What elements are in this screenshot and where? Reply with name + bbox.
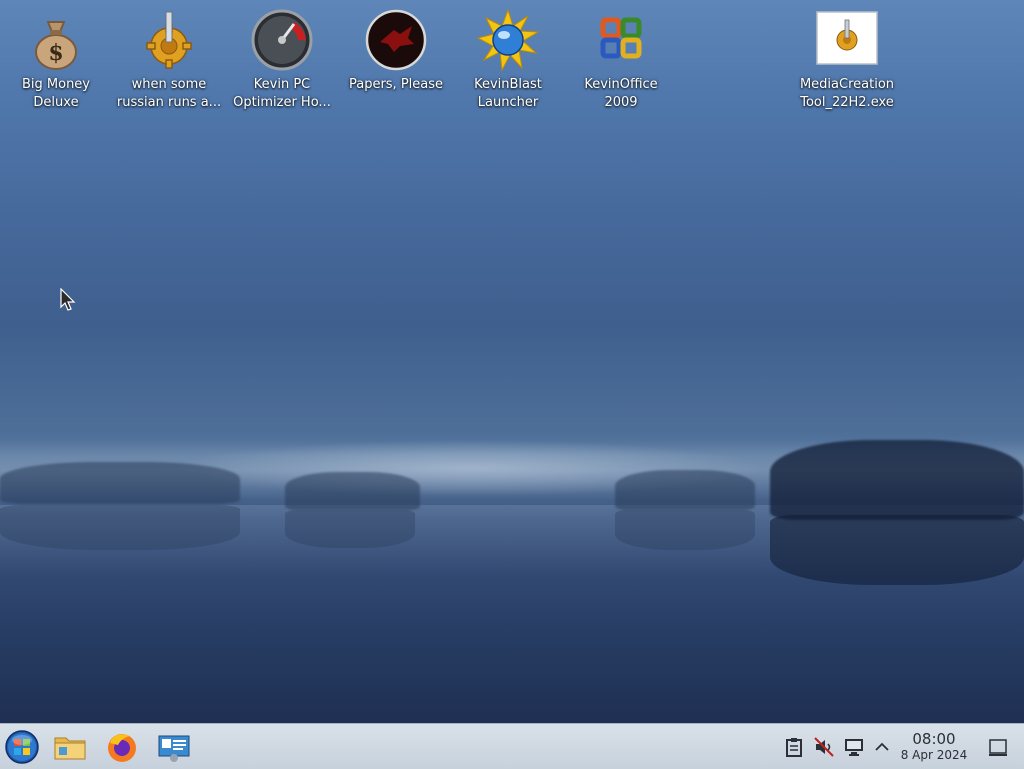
taskbar: 08:00 8 Apr 2024 [0,723,1024,769]
clock-time: 08:00 [912,730,956,748]
reflection-right [770,515,1024,585]
file-manager-icon [54,737,86,760]
reflection-left [0,505,240,550]
clipboard-icon [786,738,802,757]
taskbar-system-settings-button[interactable] [156,729,192,765]
treeline-center-right [615,470,755,510]
treeline-center-left [285,472,420,510]
money-bag-icon: $ [35,21,77,70]
papers-please-emblem-icon [365,9,427,71]
desktop-icon-kevinblast-launcher[interactable]: KevinBlast Launcher [454,8,562,112]
start-orb-icon [5,730,39,764]
tray-display-button[interactable] [843,736,865,758]
chevron-up-icon [875,742,889,751]
firefox-icon [108,734,136,762]
desktop-icon-big-money-deluxe[interactable]: $ Big Money Deluxe [2,8,110,112]
system-settings-icon [158,735,190,762]
clock-date: 8 Apr 2024 [900,748,968,762]
treeline-right [770,440,1024,520]
desktop-icon-label: when some russian runs a... [116,77,222,110]
desktop-icon-label: Big Money Deluxe [21,77,90,110]
exe-file-icon [816,11,878,65]
desktop-icon-label: KevinBlast Launcher [474,77,542,110]
digital-clock[interactable]: 08:00 8 Apr 2024 [896,730,972,763]
desktop-icon-mediacreationtool[interactable]: MediaCreation Tool_22H2.exe [793,8,901,112]
desktop-icon-label: Papers, Please [348,77,444,92]
taskbar-firefox-button[interactable] [104,729,140,765]
starburst-globe-icon [476,8,540,72]
desktop-icon-label: Kevin PC Optimizer Ho... [233,77,331,110]
speedometer-icon [251,9,313,71]
desktop-icon-kevinoffice-2009[interactable]: KevinOffice 2009 [567,8,675,112]
tray-volume-button[interactable] [813,736,835,758]
gear-installer-icon [146,11,192,69]
speaker-muted-icon [814,737,834,757]
show-desktop-button[interactable] [987,736,1009,758]
reflection-center-left [285,510,415,548]
office-logo-icon [600,17,642,59]
desktop-icon-kevin-pc-optimizer[interactable]: Kevin PC Optimizer Ho... [228,8,336,112]
show-desktop-icon [989,739,1007,756]
reflection-center-right [615,510,755,550]
svg-text:$: $ [48,40,63,66]
desktop-icon-russian-runs[interactable]: when some russian runs a... [115,8,223,112]
tray-expand-button[interactable] [871,736,893,758]
desktop-icon-papers-please[interactable]: Papers, Please [342,8,450,94]
desktop-icon-label: KevinOffice 2009 [584,77,658,110]
desktop-wallpaper[interactable]: $ Big Money Deluxe when some russian run… [0,0,1024,723]
desktop-icon-label: MediaCreation Tool_22H2.exe [799,77,895,110]
display-monitor-icon [845,739,863,756]
mouse-cursor-icon [60,288,76,311]
start-button[interactable] [4,729,40,765]
taskbar-file-manager-button[interactable] [52,729,88,765]
tray-clipboard-button[interactable] [783,736,805,758]
treeline-left [0,462,240,504]
